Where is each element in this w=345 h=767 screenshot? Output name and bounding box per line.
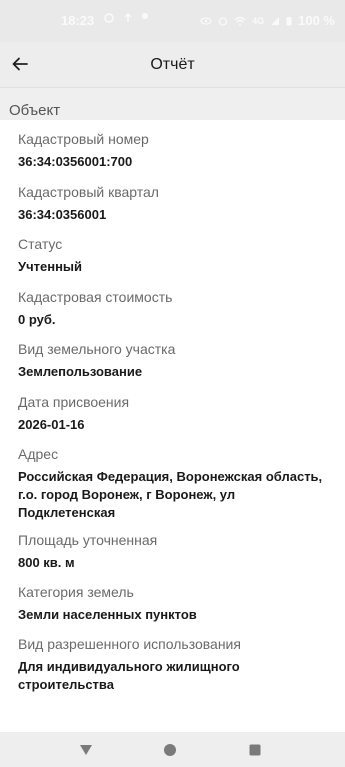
field-value: 2026-01-16 [18,417,85,432]
page-title: Отчёт [150,56,195,73]
battery-icon [286,16,292,25]
status-time: 18:23 [61,13,95,28]
status-notification-icons [104,13,148,23]
section-header: Объект [0,88,345,120]
field-label: Вид земельного участка [18,341,176,357]
field-label: Площадь уточненная [18,532,158,548]
field-area: Площадь уточненная 800 кв. м [18,531,333,572]
status-right: 4G 100 % [200,13,335,28]
network-type: 4G [252,15,265,26]
field-label: Дата присвоения [18,394,130,410]
field-value: Землепользование [18,364,143,379]
nav-home-button[interactable] [160,740,180,760]
circle-home-icon [164,744,176,756]
field-value: 0 руб. [18,312,56,327]
field-status: Статус Учтенный [18,235,333,276]
field-label: Адрес [18,446,59,462]
nav-recents-button[interactable] [245,740,265,760]
field-label: Вид разрешенного использования [18,636,241,652]
field-value: 36:34:0356001:700 [18,154,133,169]
field-value: Для индивидуального жилищного строительс… [18,659,240,692]
dot-icon [142,13,148,19]
field-value: Земли населенных пунктов [18,607,197,622]
nav-back-button[interactable] [76,740,96,760]
field-cadastral-value: Кадастровая стоимость 0 руб. [18,288,333,329]
field-label: Статус [18,236,63,252]
system-nav-bar [0,732,345,767]
field-cadastral-number: Кадастровый номер 36:34:0356001:700 [18,130,333,171]
battery-percent: 100 % [298,13,335,28]
section-title: Объект [9,102,61,119]
status-bar: 18:23 4G 100 % [0,0,345,42]
field-land-type: Вид земельного участка Землепользование [18,340,333,381]
field-cadastral-quarter: Кадастровый квартал 36:34:0356001 [18,183,333,224]
usb-icon [124,13,132,22]
field-label: Кадастровая стоимость [18,289,173,305]
field-permitted-use: Вид разрешенного использования Для индив… [18,635,333,694]
field-label: Кадастровый номер [18,131,149,147]
field-label: Категория земель [18,584,134,600]
field-land-category: Категория земель Земли населенных пункто… [18,583,333,624]
square-recents-icon [249,744,261,756]
field-value: 36:34:0356001 [18,207,107,222]
wifi-icon [234,16,246,25]
signal-icon [271,16,280,25]
report-content[interactable]: Объект Кадастровый номер 36:34:0356001:7… [0,88,345,732]
field-value: 800 кв. м [18,555,75,570]
triangle-back-icon [80,745,92,755]
field-value: Учтенный [18,259,83,274]
app-bar: Отчёт [0,42,345,88]
notification-icon [104,13,114,23]
field-address: Адрес Российская Федерация, Воронежская … [18,445,333,522]
field-label: Кадастровый квартал [18,184,159,200]
alarm-icon [218,16,228,26]
field-value: Российская Федерация, Воронежская област… [18,469,323,520]
field-assignment-date: Дата присвоения 2026-01-16 [18,393,333,434]
eye-icon [200,16,212,25]
